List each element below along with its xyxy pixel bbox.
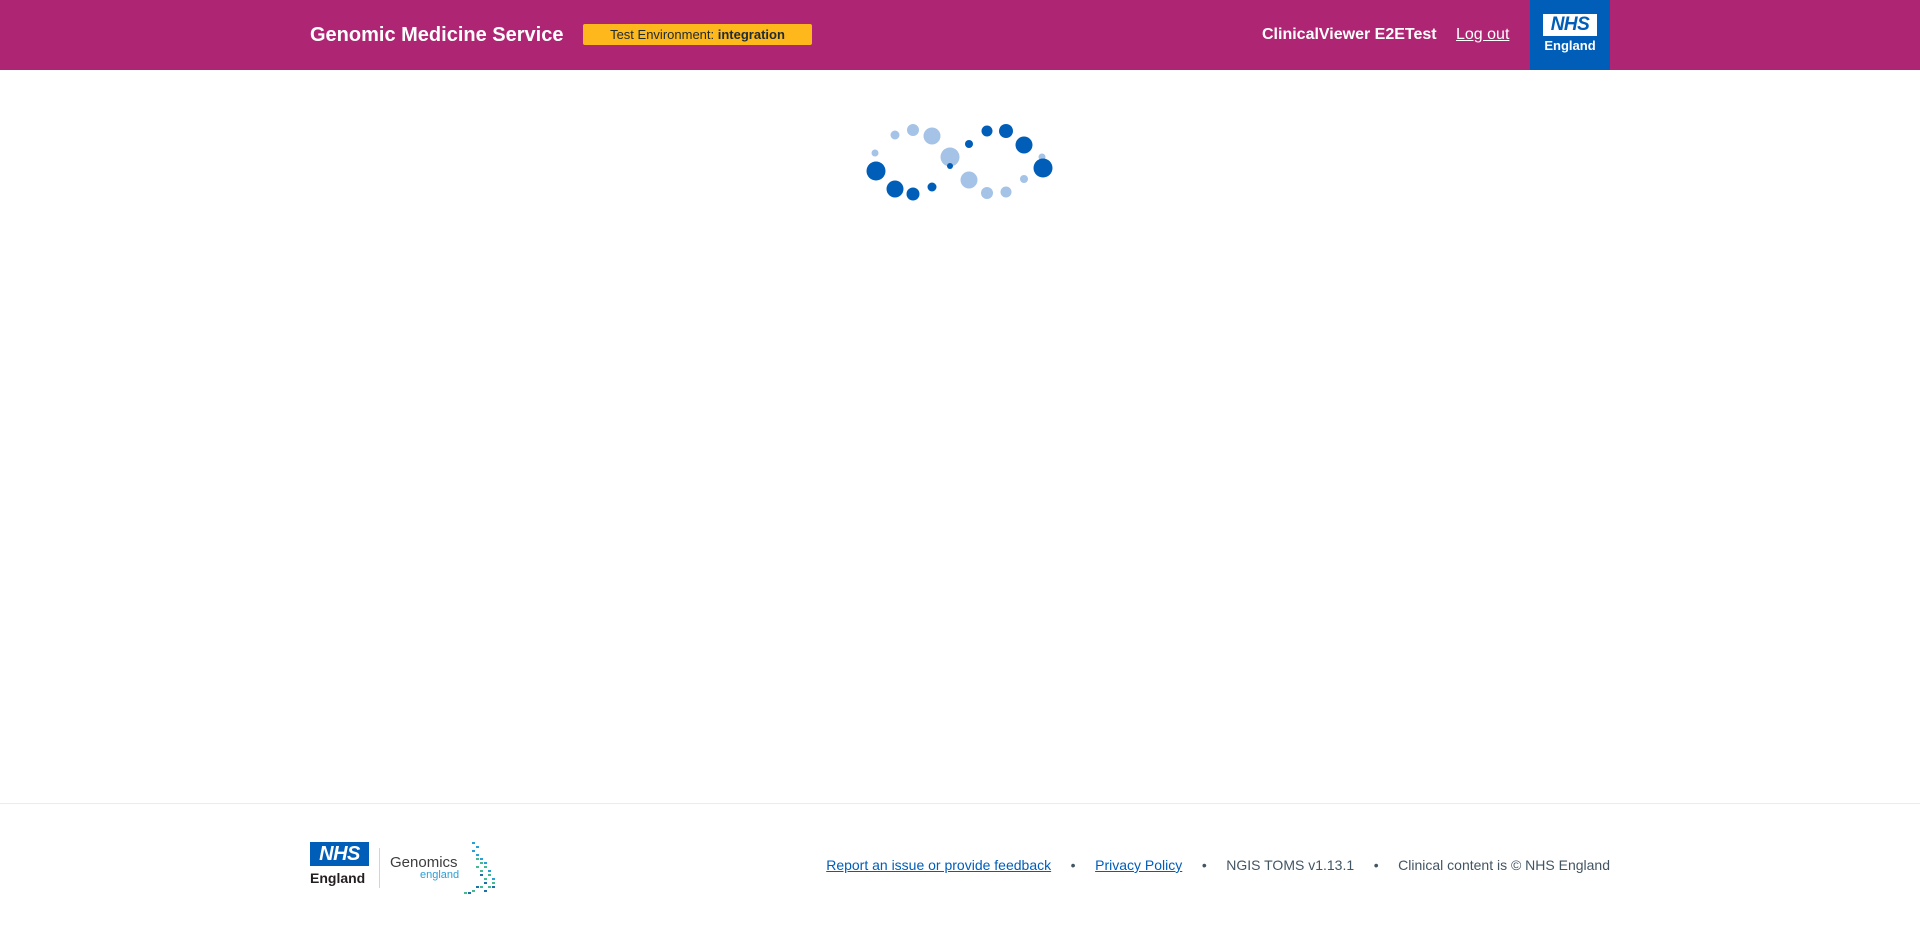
genomics-england-logo: Genomics england: [390, 840, 510, 896]
spinner-dot: [1015, 136, 1033, 154]
privacy-policy-link[interactable]: Privacy Policy: [1095, 856, 1182, 874]
app-header: Genomic Medicine Service Test Environmen…: [0, 0, 1920, 70]
spinner-dot: [866, 161, 886, 181]
environment-value: integration: [717, 27, 785, 42]
spinner-dot: [947, 163, 953, 169]
footer-separator: •: [1070, 857, 1076, 873]
loading-spinner-graphic: [866, 124, 1053, 201]
footer-logo-divider: [379, 848, 380, 888]
page: Genomic Medicine Service Test Environmen…: [0, 0, 1920, 925]
footer-links: Report an issue or provide feedback • Pr…: [826, 856, 1610, 874]
footer-nhs-logo-text: NHS: [310, 842, 369, 866]
nhs-england-logo: NHS England: [1530, 0, 1610, 70]
report-issue-link[interactable]: Report an issue or provide feedback: [826, 856, 1051, 874]
copyright-text: Clinical content is © NHS England: [1398, 857, 1610, 873]
logout-link[interactable]: Log out: [1456, 24, 1509, 46]
version-text: NGIS TOMS v1.13.1: [1226, 857, 1355, 873]
nhs-logo-text: NHS: [1543, 14, 1597, 36]
loading-spinner-icon: [860, 115, 1060, 210]
spinner-dot: [960, 171, 978, 189]
spinner-dot: [886, 180, 904, 198]
header-content: Genomic Medicine Service Test Environmen…: [310, 0, 1610, 70]
spinner-dot: [1020, 175, 1028, 183]
spinner-dot: [871, 149, 879, 157]
spinner-dot: [981, 125, 993, 137]
environment-label: Test Environment:: [610, 27, 715, 42]
spinner-dot: [1000, 186, 1012, 198]
app-footer: NHS England Genomics england Report an i…: [0, 803, 1920, 925]
footer-content: NHS England Genomics england Report an i…: [310, 804, 1610, 925]
spinner-dot: [907, 124, 919, 136]
spinner-dot: [965, 140, 973, 148]
genomics-map-icon: [464, 842, 495, 894]
user-name: ClinicalViewer E2ETest: [1262, 26, 1437, 43]
spinner-dot: [923, 127, 941, 145]
footer-nhs-england-logo: NHS England: [310, 842, 370, 892]
nhs-logo-region: England: [1544, 38, 1596, 53]
spinner-dot: [981, 187, 993, 199]
spinner-dot: [999, 124, 1013, 138]
service-name-link[interactable]: Genomic Medicine Service: [310, 22, 563, 48]
spinner-dot: [906, 187, 920, 201]
spinner-dot: [1033, 158, 1053, 178]
footer-nhs-logo-region: England: [310, 870, 366, 886]
environment-badge: Test Environment: integration: [583, 24, 812, 45]
spinner-dot: [927, 182, 937, 192]
spinner-dot: [890, 130, 900, 140]
footer-separator: •: [1373, 857, 1379, 873]
footer-separator: •: [1201, 857, 1207, 873]
